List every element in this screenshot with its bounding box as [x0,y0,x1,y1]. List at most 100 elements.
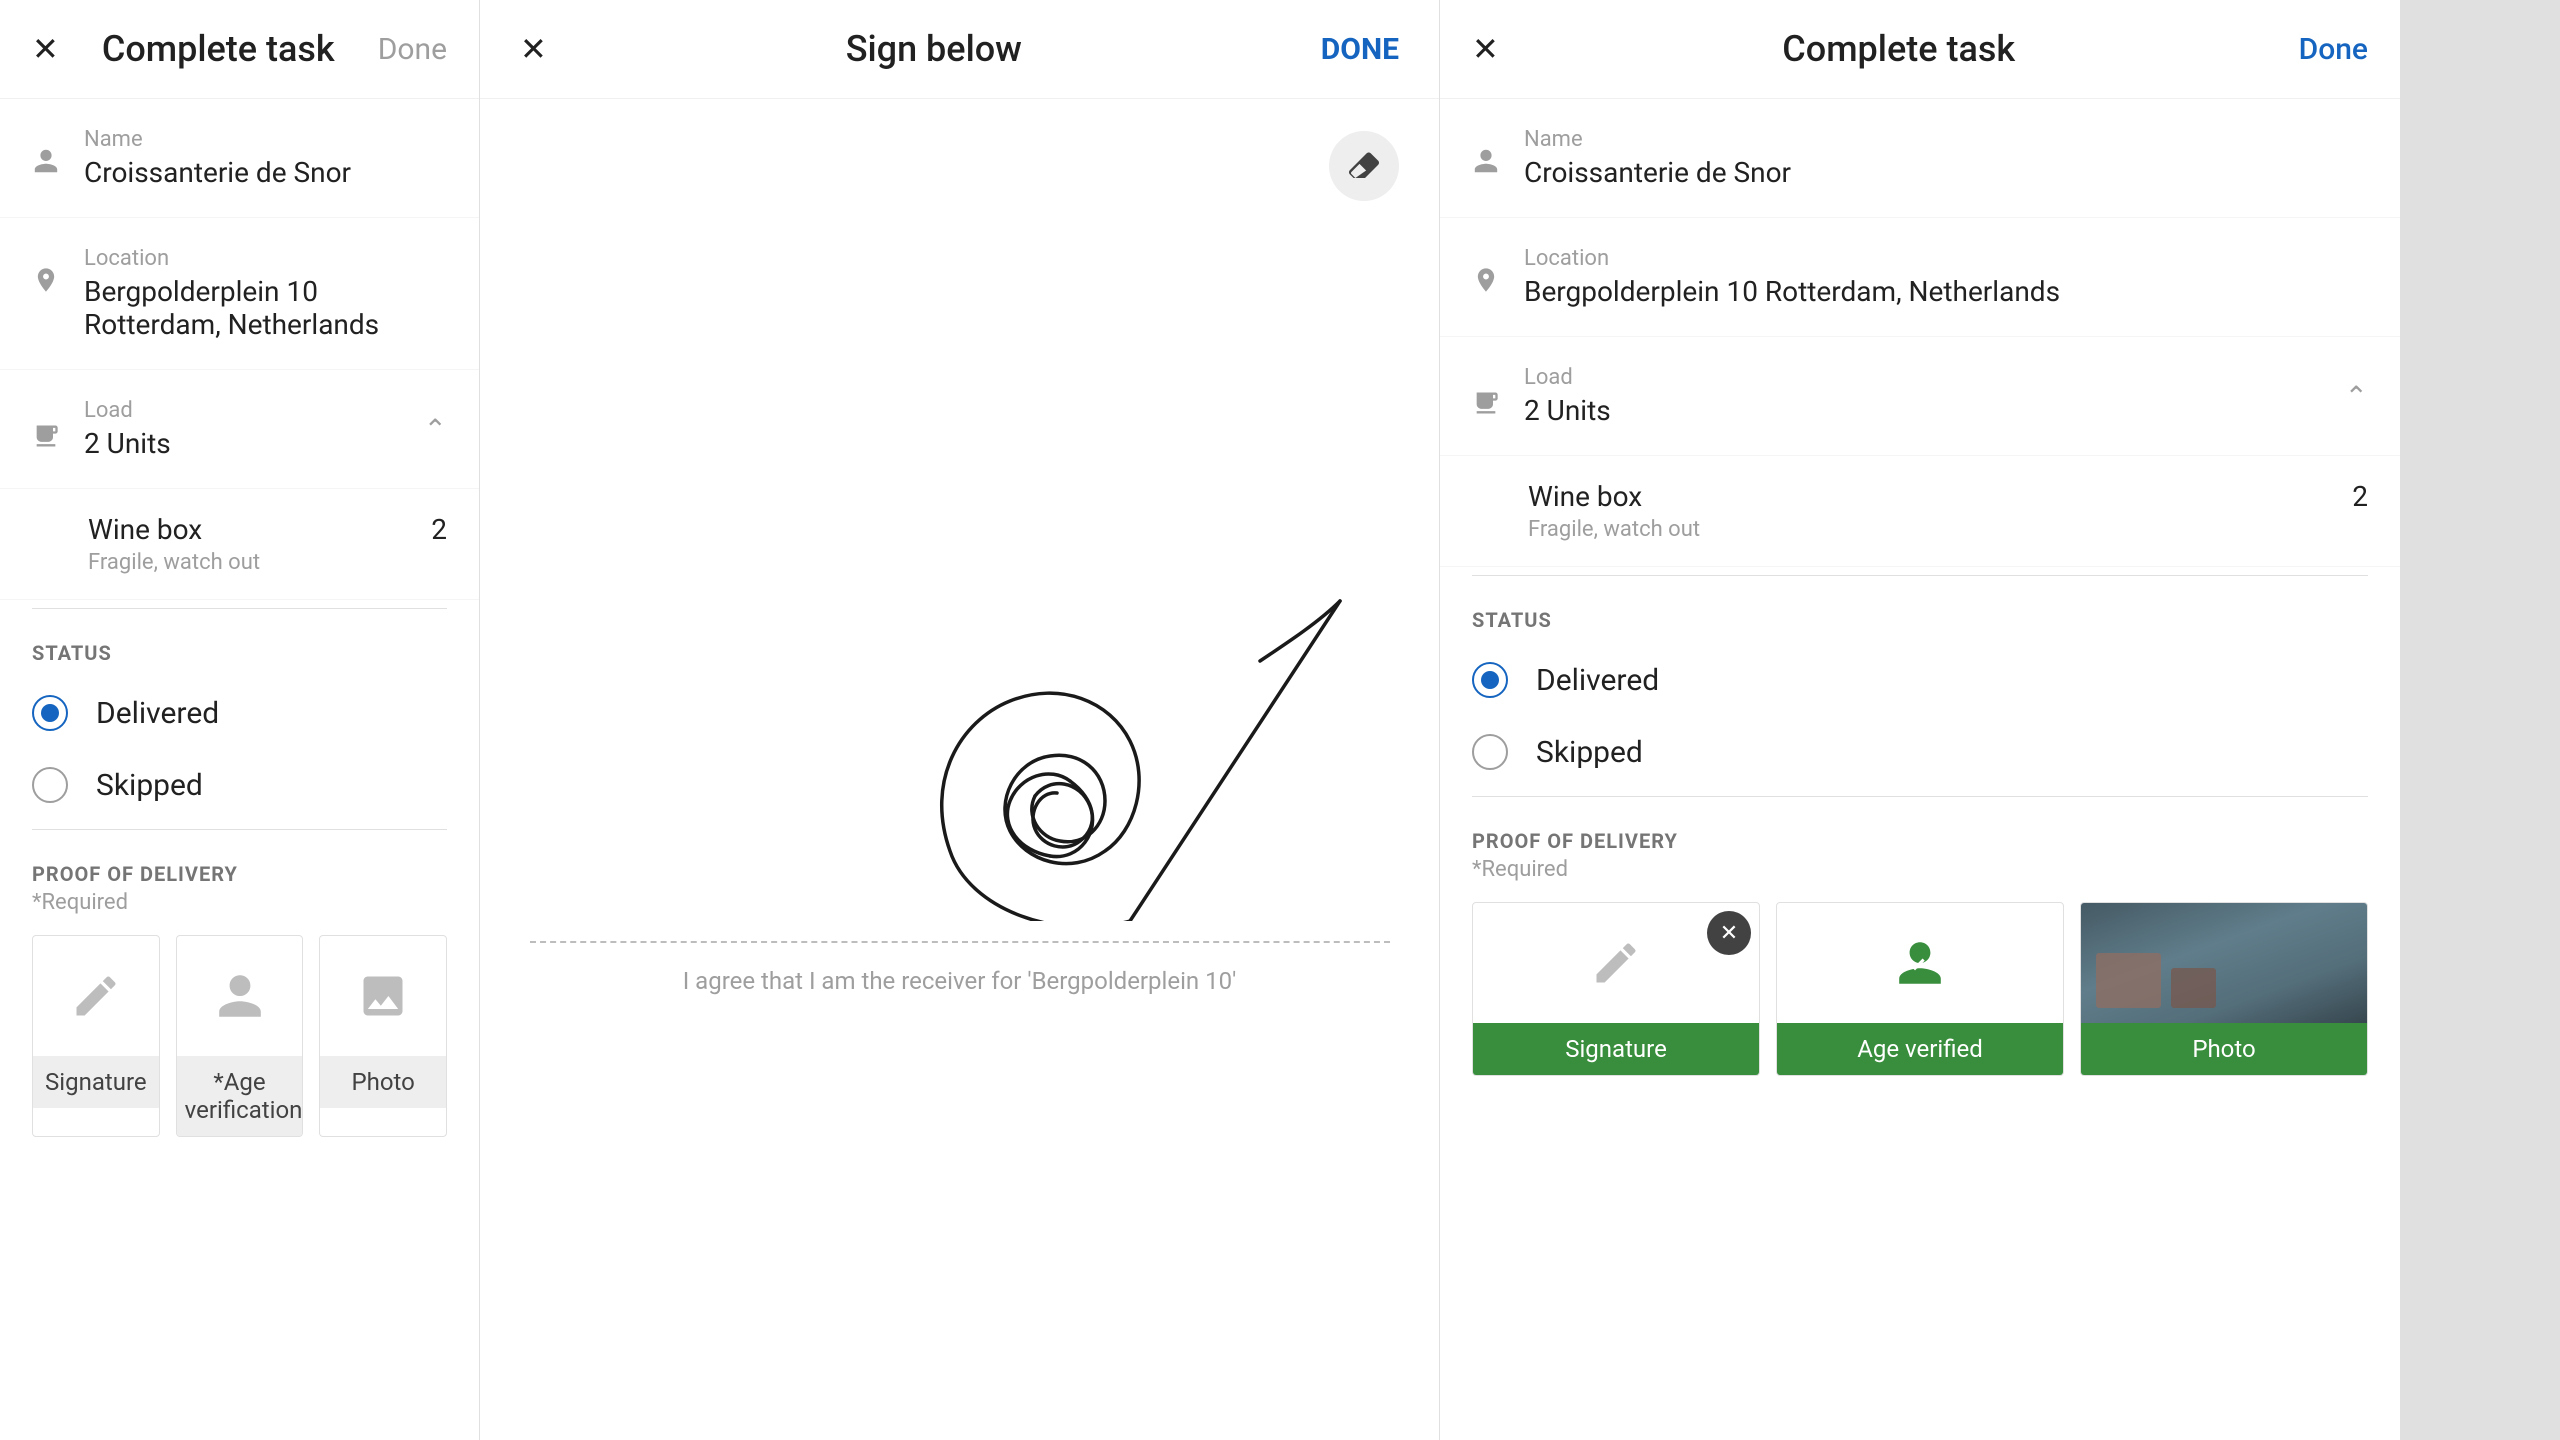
left-wine-box-count: 2 [431,513,447,546]
left-wine-box-note: Fragile, watch out [88,550,447,575]
right-signature-btn[interactable]: ✕ Signature [1472,902,1760,1076]
left-signature-icon-area [33,936,159,1056]
middle-done-button[interactable]: DONE [1321,32,1399,67]
right-pod-section: PROOF OF DELIVERY *Required ✕ Signature [1440,805,2400,1100]
eraser-button[interactable] [1329,131,1399,201]
left-wine-box-header: Wine box 2 [88,513,447,546]
right-load-icon [1472,389,1500,424]
left-location-row: Location Bergpolderplein 10 Rotterdam, N… [0,218,479,370]
right-age-btn[interactable]: Age verified [1776,902,2064,1076]
right-wine-box-row: Wine box 2 Fragile, watch out [1440,456,2400,567]
left-load-content: Load 2 Units [84,398,400,460]
left-pod-header: PROOF OF DELIVERY [32,862,447,886]
load-icon [32,422,60,457]
right-close-icon[interactable]: ✕ [1472,33,1499,65]
right-photo-btn[interactable]: Photo [2080,902,2368,1076]
left-location-label: Location [84,246,447,271]
signature-x-badge[interactable]: ✕ [1707,911,1751,955]
left-age-btn[interactable]: *Age verification [176,935,304,1137]
left-delivered-radio[interactable] [32,695,68,731]
signature-drawing[interactable] [560,541,1360,921]
right-wine-box-count: 2 [2352,480,2368,513]
sign-line-area: I agree that I am the receiver for 'Berg… [530,941,1390,999]
right-location-label: Location [1524,246,2060,271]
left-name-label: Name [84,127,351,152]
left-panel: ✕ Complete task Done Name Croissanterie … [0,0,480,1440]
left-load-row: Load 2 Units ⌃ [0,370,479,489]
right-location-content: Location Bergpolderplein 10 Rotterdam, N… [1524,246,2060,308]
left-load-value: 2 Units [84,427,400,460]
left-skipped-radio[interactable] [32,767,68,803]
left-load-chevron-icon[interactable]: ⌃ [424,413,447,446]
right-signature-icon-area: ✕ [1473,903,1759,1023]
right-done-button[interactable]: Done [2299,32,2368,67]
middle-header: ✕ Sign below DONE [480,0,1439,99]
middle-panel: ✕ Sign below DONE [480,0,1440,1440]
left-name-content: Name Croissanterie de Snor [84,127,351,189]
right-delivered-label: Delivered [1536,663,1659,698]
right-status-header: STATUS [1440,584,2400,644]
right-skipped-row[interactable]: Skipped [1440,716,2400,788]
left-pod-buttons: Signature *Age verification Photo [32,935,447,1137]
signature-canvas-area[interactable]: I agree that I am the receiver for 'Berg… [480,99,1439,1440]
right-load-chevron-icon[interactable]: ⌃ [2345,380,2368,413]
right-location-value: Bergpolderplein 10 Rotterdam, Netherland… [1524,275,2060,308]
left-photo-label: Photo [320,1056,446,1108]
right-pod-buttons: ✕ Signature Age verified [1472,902,2368,1076]
right-skipped-radio[interactable] [1472,734,1508,770]
right-load-value: 2 Units [1524,394,2321,427]
left-delivered-label: Delivered [96,696,219,731]
middle-close-icon[interactable]: ✕ [520,33,547,65]
location-icon [32,266,60,301]
left-location-content: Location Bergpolderplein 10 Rotterdam, N… [84,246,447,341]
left-age-label: *Age verification [177,1056,303,1136]
left-title: Complete task [102,28,335,70]
right-panel: ✕ Complete task Done Name Croissanterie … [1440,0,2400,1440]
left-pod-section: PROOF OF DELIVERY *Required Signature *A… [0,838,479,1161]
right-photo-icon-area [2081,903,2367,1023]
left-age-icon-area [177,936,303,1056]
left-done-button[interactable]: Done [378,32,447,67]
person-icon [32,147,60,182]
left-name-value: Croissanterie de Snor [84,156,351,189]
left-signature-btn[interactable]: Signature [32,935,160,1137]
right-title: Complete task [1782,28,2015,70]
right-header: ✕ Complete task Done [1440,0,2400,99]
left-divider-1 [32,608,447,609]
right-name-value: Croissanterie de Snor [1524,156,1791,189]
right-delivered-radio-inner [1481,671,1499,689]
right-delivered-radio[interactable] [1472,662,1508,698]
right-divider-2 [1472,796,2368,797]
sign-agreement-text: I agree that I am the receiver for 'Berg… [683,963,1237,999]
right-location-icon [1472,266,1500,301]
left-wine-box-row: Wine box 2 Fragile, watch out [0,489,479,600]
right-photo-label: Photo [2081,1023,2367,1075]
right-pod-required: *Required [1472,857,2368,882]
left-load-label: Load [84,398,400,423]
signature-line [530,941,1390,943]
right-delivered-row[interactable]: Delivered [1440,644,2400,716]
left-divider-2 [32,829,447,830]
right-name-content: Name Croissanterie de Snor [1524,127,1791,189]
right-age-label: Age verified [1777,1023,2063,1075]
left-skipped-label: Skipped [96,768,203,803]
left-skipped-row[interactable]: Skipped [0,749,479,821]
right-load-row: Load 2 Units ⌃ [1440,337,2400,456]
right-wine-box-title: Wine box [1528,480,1642,513]
left-signature-label: Signature [33,1056,159,1108]
right-load-label: Load [1524,365,2321,390]
left-delivered-radio-inner [41,704,59,722]
left-delivered-row[interactable]: Delivered [0,677,479,749]
right-age-icon-area [1777,903,2063,1023]
left-wine-box-title: Wine box [88,513,202,546]
left-name-row: Name Croissanterie de Snor [0,99,479,218]
right-name-label: Name [1524,127,1791,152]
right-content: Name Croissanterie de Snor Location Berg… [1440,99,2400,1440]
right-location-row: Location Bergpolderplein 10 Rotterdam, N… [1440,218,2400,337]
right-skipped-label: Skipped [1536,735,1643,770]
left-close-icon[interactable]: ✕ [32,33,59,65]
right-pod-header: PROOF OF DELIVERY [1472,829,2368,853]
left-photo-btn[interactable]: Photo [319,935,447,1137]
right-signature-label: Signature [1473,1023,1759,1075]
left-photo-icon-area [320,936,446,1056]
